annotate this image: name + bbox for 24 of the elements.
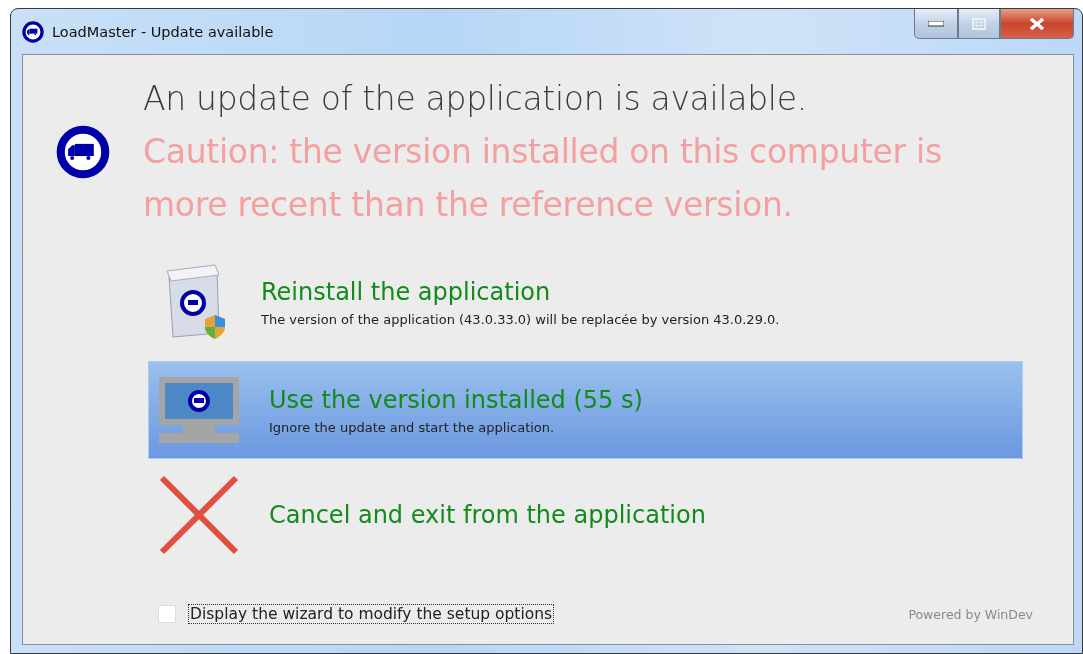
maximize-button[interactable] xyxy=(958,9,1000,39)
app-logo-icon xyxy=(22,20,44,43)
close-icon xyxy=(1029,16,1045,31)
close-button[interactable] xyxy=(1000,9,1074,39)
option-item[interactable]: Cancel and exit from the application xyxy=(148,469,1023,561)
option-title: Use the version installed (55 s) xyxy=(269,385,643,414)
window-title: LoadMaster - Update available xyxy=(52,23,274,40)
caution-message: Caution: the version installed on this computer is more recent than the reference version. xyxy=(143,131,943,226)
wizard-checkbox-label[interactable]: Display the wizard to modify the setup options xyxy=(188,604,555,624)
truck-logo-icon xyxy=(56,125,110,179)
minimize-button[interactable] xyxy=(914,9,958,39)
option-description: Ignore the update and start the application. xyxy=(269,419,556,435)
minimize-icon xyxy=(928,20,944,27)
cross-icon xyxy=(159,475,239,555)
option-title: Cancel and exit from the application xyxy=(269,501,706,529)
option-description: The version of the application (43.0.33.0) will be replacée by version 43.0.29.0. xyxy=(261,311,780,327)
option-item[interactable]: Use the version installed (55 s) Ignore the update and start the application. xyxy=(148,361,1023,459)
wizard-checkbox[interactable] xyxy=(158,605,176,623)
maximize-icon xyxy=(972,17,986,30)
option-title: Reinstall the application xyxy=(261,277,552,306)
powered-by-text: Powered by WinDev xyxy=(908,606,1033,622)
update-heading: An update of the application is available. xyxy=(143,78,808,120)
option-item[interactable]: Reinstall the application The version of the application (43.0.33.0) will be replacée by version 43.0.29.0. xyxy=(148,253,1023,351)
monitor-icon xyxy=(159,375,239,445)
